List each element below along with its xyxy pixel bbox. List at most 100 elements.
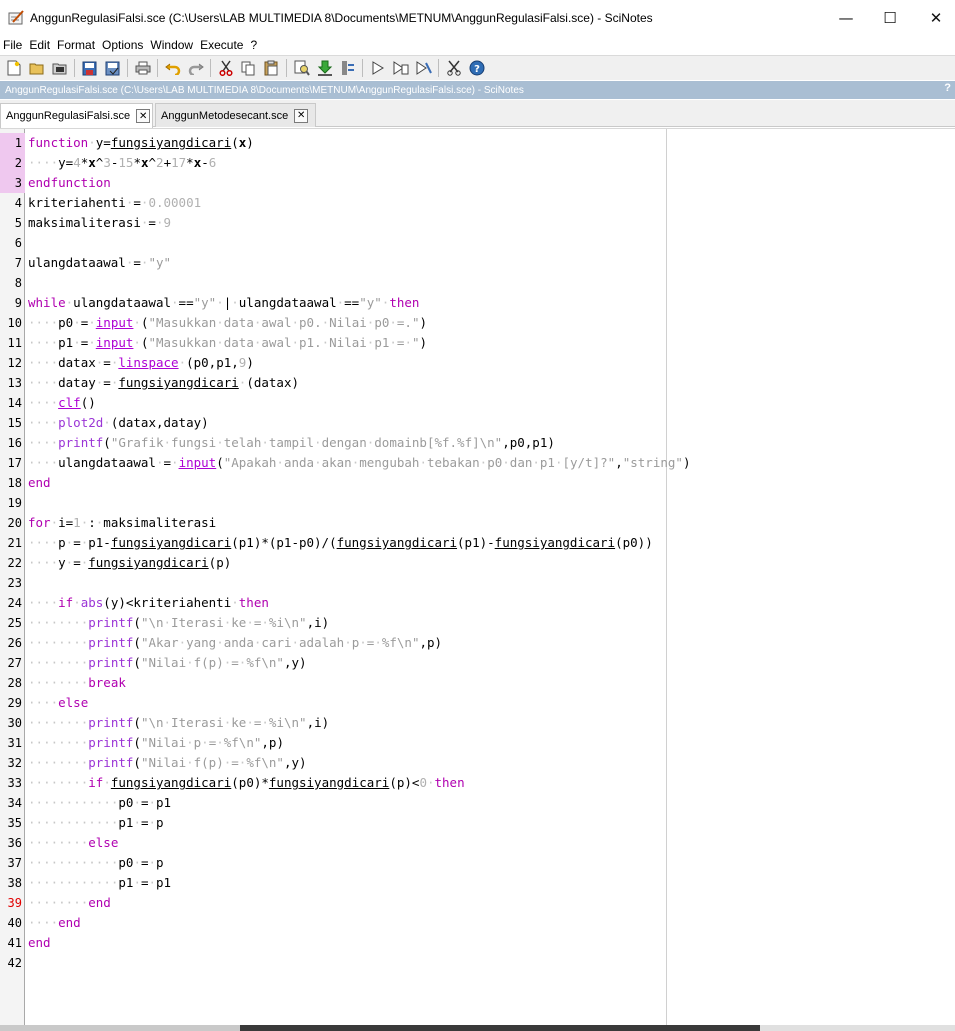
line-number: 40 [7, 916, 22, 930]
code-line[interactable]: ········printf("Nilai·f(p)·=·%f\n",y) [28, 653, 307, 673]
line-number: 26 [7, 636, 22, 650]
code-line[interactable]: ulangdataawal·=·"y" [28, 253, 171, 273]
save-as-icon[interactable] [103, 58, 123, 78]
code-line[interactable]: ····if·abs(y)<kriteriahenti·then [28, 593, 269, 613]
path-help-button[interactable]: ? [944, 82, 951, 94]
code-line[interactable]: ········end [28, 893, 111, 913]
menu-window[interactable]: Window [147, 38, 197, 52]
line-number: 13 [7, 376, 22, 390]
paste-icon[interactable] [262, 58, 282, 78]
find-icon[interactable] [292, 58, 312, 78]
toolbar-separator [74, 59, 75, 77]
toolbar-separator [286, 59, 287, 77]
line-number: 28 [7, 676, 22, 690]
code-line[interactable]: ····printf("Grafik·fungsi·telah·tampil·d… [28, 433, 555, 453]
code-line[interactable]: function·y=fungsiyangdicari(x) [28, 133, 254, 153]
code-line[interactable]: ········printf("Akar·yang·anda·cari·adal… [28, 633, 442, 653]
code-line[interactable]: ············p1·=·p [28, 813, 164, 833]
format-icon[interactable] [338, 58, 358, 78]
code-line[interactable]: end [28, 473, 51, 493]
toolbar-separator [438, 59, 439, 77]
execute-until-cursor-icon[interactable] [414, 58, 434, 78]
code-line[interactable]: ········printf("\n·Iterasi·ke·=·%i\n",i) [28, 613, 329, 633]
download-icon[interactable] [315, 58, 335, 78]
line-number: 14 [7, 396, 22, 410]
code-line[interactable]: ····clf() [28, 393, 96, 413]
code-editor[interactable]: 1 2 3 4 5 6 7 8 9 10 11 12 13 14 15 16 17 18 19 20 21 22 23 24 2… [0, 128, 955, 1025]
line-number-gutter: 1 2 3 4 5 6 7 8 9 10 11 12 13 14 15 16 17 18 19 20 21 22 23 24 2… [0, 129, 25, 1025]
close-tab-icon[interactable]: ✕ [136, 109, 151, 123]
line-number: 4 [14, 196, 22, 210]
menu-edit[interactable]: Edit [26, 38, 54, 52]
svg-text:?: ? [474, 64, 480, 75]
menu-file[interactable]: File [0, 38, 26, 52]
code-line[interactable]: ············p1·=·p1 [28, 873, 171, 893]
code-line[interactable]: ····datay·=·fungsiyangdicari·(datax) [28, 373, 299, 393]
code-line[interactable]: ····p1·=·input·("Masukkan·data·awal·p1.·… [28, 333, 427, 353]
code-line[interactable]: ····else [28, 693, 88, 713]
cut-tool-icon[interactable] [444, 58, 464, 78]
line-number: 35 [7, 816, 22, 830]
cut-icon[interactable] [216, 58, 236, 78]
open-folder-icon[interactable] [27, 58, 47, 78]
maximize-button[interactable]: ☐ [867, 0, 913, 36]
execute-icon[interactable] [368, 58, 388, 78]
code-line[interactable]: ········if·fungsiyangdicari(p0)*fungsiya… [28, 773, 465, 793]
code-line[interactable]: while·ulangdataawal·=="y"·|·ulangdataawa… [28, 293, 419, 313]
undo-icon[interactable] [163, 58, 183, 78]
menu-format[interactable]: Format [54, 38, 99, 52]
close-tab-icon[interactable]: ✕ [294, 108, 309, 123]
line-number: 7 [14, 256, 22, 270]
code-line[interactable]: ····end [28, 913, 81, 933]
tab-anggun-metode-secant[interactable]: AnggunMetodesecant.sce ✕ [155, 103, 316, 127]
menu-bar: File Edit Format Options Window Execute … [0, 36, 955, 54]
line-number: 33 [7, 776, 22, 790]
toolbar-separator [157, 59, 158, 77]
menu-help[interactable]: ? [247, 38, 261, 52]
code-line[interactable]: ····y=4*x^3-15*x^2+17*x-6 [28, 153, 216, 173]
code-line[interactable]: kriteriahenti·=·0.00001 [28, 193, 201, 213]
code-line[interactable]: ····ulangdataawal·=·input("Apakah·anda·a… [28, 453, 690, 473]
close-button[interactable]: ✕ [913, 0, 955, 36]
code-line[interactable]: ········printf("Nilai·p·=·%f\n",p) [28, 733, 284, 753]
line-number: 24 [7, 596, 22, 610]
code-line[interactable]: ····p0·=·input·("Masukkan·data·awal·p0.·… [28, 313, 427, 333]
code-line[interactable]: ········else [28, 833, 118, 853]
code-line[interactable]: ····datax·=·linspace·(p0,p1,9) [28, 353, 254, 373]
toolbar-separator [362, 59, 363, 77]
code-line[interactable]: ····y·=·fungsiyangdicari(p) [28, 553, 231, 573]
code-line[interactable]: maksimaliterasi·=·9 [28, 213, 171, 233]
line-number: 18 [7, 476, 22, 490]
line-number: 17 [7, 456, 22, 470]
code-line[interactable]: ········printf("Nilai·f(p)·=·%f\n",y) [28, 753, 307, 773]
code-line[interactable]: ····p·=·p1-fungsiyangdicari(p1)*(p1-p0)/… [28, 533, 653, 553]
code-line[interactable]: ········break [28, 673, 126, 693]
code-line[interactable]: ············p0·=·p1 [28, 793, 171, 813]
help-icon[interactable]: ? [467, 58, 487, 78]
line-number: 11 [7, 336, 22, 350]
open-file-icon[interactable] [50, 58, 70, 78]
redo-icon[interactable] [186, 58, 206, 78]
new-file-icon[interactable] [4, 58, 24, 78]
file-path-bar: AnggunRegulasiFalsi.sce (C:\Users\LAB MU… [0, 81, 955, 99]
code-line[interactable]: ········printf("\n·Iterasi·ke·=·%i\n",i) [28, 713, 329, 733]
print-icon[interactable] [133, 58, 153, 78]
line-number: 25 [7, 616, 22, 630]
tab-anggun-regulasi-falsi[interactable]: AnggunRegulasiFalsi.sce ✕ [0, 103, 153, 128]
save-icon[interactable] [80, 58, 100, 78]
menu-options[interactable]: Options [99, 38, 147, 52]
execute-file-icon[interactable] [391, 58, 411, 78]
copy-icon[interactable] [239, 58, 259, 78]
line-number: 23 [7, 576, 22, 590]
menu-execute[interactable]: Execute [197, 38, 247, 52]
line-number: 31 [7, 736, 22, 750]
line-number: 32 [7, 756, 22, 770]
code-line[interactable]: for·i=1·:·maksimaliterasi [28, 513, 216, 533]
code-line[interactable]: ····plot2d·(datax,datay) [28, 413, 209, 433]
code-line[interactable]: end [28, 933, 51, 953]
code-line[interactable]: ············p0·=·p [28, 853, 164, 873]
tab-label: AnggunRegulasiFalsi.sce [6, 110, 131, 122]
minimize-button[interactable]: — [823, 0, 869, 36]
line-number: 41 [7, 936, 22, 950]
code-line[interactable]: endfunction [28, 173, 111, 193]
